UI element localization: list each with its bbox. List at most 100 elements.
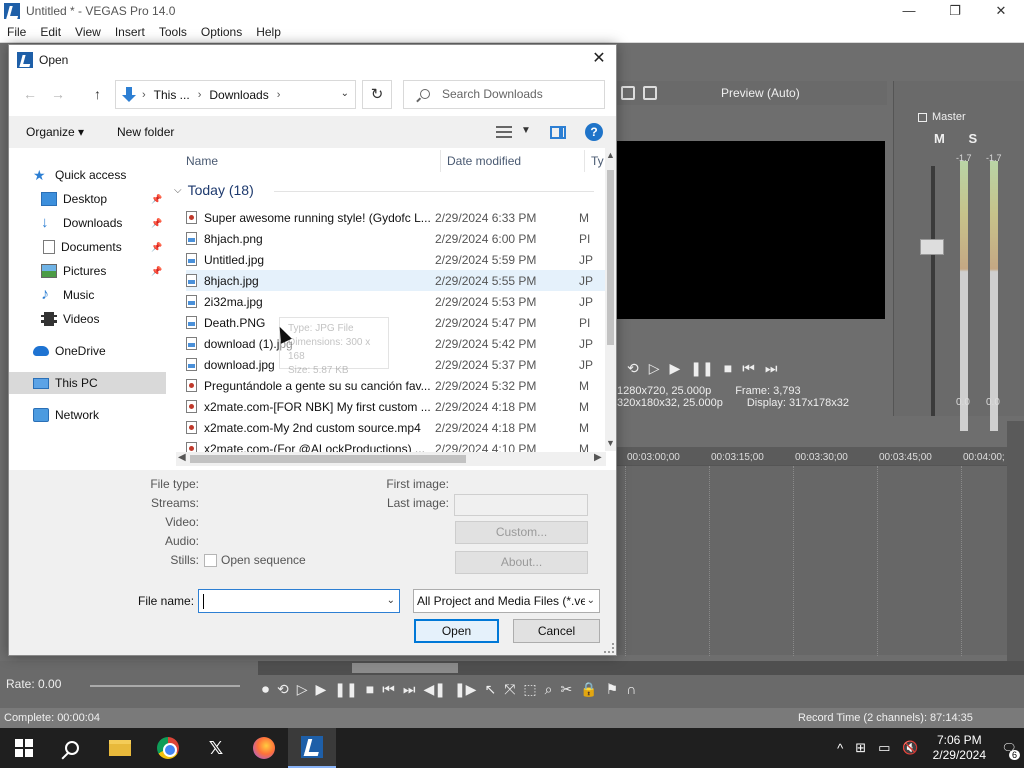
pin-icon[interactable]: 📌 — [151, 242, 162, 253]
rate-slider[interactable] — [90, 685, 240, 687]
nav-desktop[interactable]: Desktop 📌 — [9, 188, 166, 210]
next-frame-icon[interactable]: ❚▶ — [454, 681, 477, 698]
nav-network[interactable]: Network — [9, 404, 166, 426]
file-name-input[interactable]: ⌄ — [198, 589, 400, 613]
play-icon[interactable]: ▶ — [670, 360, 681, 377]
menu-help[interactable]: Help — [249, 25, 288, 39]
next-frame-icon[interactable]: ⏭ — [765, 360, 778, 377]
breadcrumb-this-pc[interactable]: This ... — [154, 88, 190, 102]
envelope-tool-icon[interactable]: ⤧ — [504, 681, 515, 698]
up-arrow-icon[interactable]: ↑ — [94, 86, 101, 102]
mute-solo-buttons[interactable]: M S — [934, 131, 987, 146]
new-folder-button[interactable]: New folder — [117, 125, 174, 139]
dialog-close-button[interactable]: ✕ — [588, 49, 610, 69]
resize-grip-icon[interactable] — [604, 643, 614, 653]
notification-center-button[interactable]: 🗨 6 — [994, 728, 1024, 768]
file-list-vertical-scrollbar[interactable]: ▲ ▼ — [605, 148, 616, 451]
menu-view[interactable]: View — [68, 25, 108, 39]
file-row[interactable]: download (1).jpg 2/29/2024 5:42 PM JP — [186, 333, 606, 354]
file-type-select[interactable]: All Project and Media Files (*.ve ⌄ — [413, 589, 600, 613]
tray-overflow-chevron[interactable]: ^ — [837, 741, 843, 756]
marker-icon[interactable]: ⚑ — [606, 681, 619, 698]
prev-frame-icon[interactable]: ◀❚ — [423, 681, 446, 698]
selection-tool-icon[interactable]: ⬚ — [523, 681, 536, 698]
timeline-horizontal-scrollbar[interactable] — [258, 661, 1024, 675]
master-checkbox[interactable] — [918, 113, 927, 122]
nav-this-pc[interactable]: This PC — [9, 372, 166, 394]
scroll-thumb[interactable] — [190, 455, 466, 463]
open-button[interactable]: Open — [414, 619, 499, 643]
menu-insert[interactable]: Insert — [108, 25, 152, 39]
close-button[interactable]: ✕ — [978, 0, 1024, 22]
file-row[interactable]: x2mate.com-My 2nd custom source.mp4 2/29… — [186, 417, 606, 438]
record-icon[interactable]: ⏺ — [262, 681, 269, 698]
menu-options[interactable]: Options — [194, 25, 249, 39]
help-icon[interactable]: ? — [585, 123, 603, 141]
file-row[interactable]: x2mate.com-[FOR NBK] My first custom ...… — [186, 396, 606, 417]
normal-edit-tool-icon[interactable]: ↖ — [484, 681, 496, 698]
back-arrow-icon[interactable]: ← — [23, 86, 37, 102]
pin-icon[interactable]: 📌 — [151, 218, 162, 229]
timeline-ruler[interactable]: 00:03:00;00 00:03:15;00 00:03:30;00 00:0… — [617, 447, 1024, 465]
nav-pictures[interactable]: Pictures 📌 — [9, 260, 166, 282]
column-type[interactable]: Ty — [591, 154, 604, 168]
taskbar-vegas[interactable] — [288, 728, 336, 768]
taskbar-firefox[interactable] — [240, 728, 288, 768]
snapping-icon[interactable]: ∩ — [626, 681, 636, 698]
chevron-down-icon[interactable]: ⌄ — [387, 595, 395, 606]
column-divider[interactable] — [584, 150, 585, 172]
nav-downloads[interactable]: Downloads 📌 — [9, 212, 166, 234]
menu-edit[interactable]: Edit — [33, 25, 68, 39]
column-divider[interactable] — [440, 150, 441, 172]
search-input[interactable]: Search Downloads — [403, 80, 605, 109]
maximize-button[interactable]: ❐ — [932, 0, 978, 22]
scroll-left-icon[interactable]: ◀ — [178, 452, 186, 463]
file-row[interactable]: download.jpg 2/29/2024 5:37 PM JP — [186, 354, 606, 375]
timeline-vertical-scrollbar[interactable] — [1007, 421, 1024, 661]
scroll-down-icon[interactable]: ▼ — [606, 438, 615, 448]
timeline-tracks[interactable] — [617, 465, 1007, 656]
file-row[interactable]: 8hjach.jpg 2/29/2024 5:55 PM JP — [186, 270, 606, 291]
nav-quick-access[interactable]: ★ Quick access — [9, 164, 166, 186]
organize-button[interactable]: Organize ▾ — [26, 125, 84, 139]
delete-icon[interactable]: ✂ — [560, 681, 572, 698]
preview-quality-dropdown[interactable]: Preview (Auto) — [721, 86, 800, 100]
taskbar-file-explorer[interactable] — [96, 728, 144, 768]
prev-frame-icon[interactable]: ⏮ — [742, 360, 755, 377]
minimize-button[interactable]: — — [886, 0, 932, 22]
pin-icon[interactable]: 📌 — [151, 194, 162, 205]
pause-icon[interactable]: ❚❚ — [334, 681, 357, 698]
file-row[interactable]: 8hjach.png 2/29/2024 6:00 PM PI — [186, 228, 606, 249]
go-to-start-icon[interactable]: ⏮ — [382, 681, 395, 698]
address-bar[interactable]: › This ... › Downloads › ⌄ — [115, 80, 356, 109]
file-row[interactable]: Preguntándole a gente su su canción fav.… — [186, 375, 606, 396]
forward-arrow-icon[interactable]: → — [51, 86, 65, 102]
nav-onedrive[interactable]: OneDrive — [9, 340, 166, 362]
chevron-down-icon[interactable]: ⌄ — [341, 88, 349, 99]
network-status-icon[interactable]: ⊞ — [855, 740, 866, 756]
clock[interactable]: 7:06 PM 2/29/2024 — [933, 733, 986, 763]
lock-icon[interactable]: 🔒 — [580, 681, 597, 698]
play-from-start-icon[interactable]: ▷ — [649, 360, 660, 377]
volume-muted-icon[interactable]: 🔇 — [902, 740, 918, 756]
loop-icon[interactable]: ⟲ — [627, 360, 639, 377]
zoom-tool-icon[interactable]: ⌕ — [545, 681, 553, 698]
device-icon[interactable]: ▭ — [878, 740, 890, 756]
breadcrumb-separator[interactable]: › — [198, 89, 202, 101]
file-list-horizontal-scrollbar[interactable]: ◀ ▶ — [176, 452, 606, 466]
preview-pane-icon[interactable] — [550, 126, 566, 139]
play-icon[interactable]: ▶ — [316, 681, 327, 698]
scroll-up-icon[interactable]: ▲ — [606, 150, 615, 160]
pause-icon[interactable]: ❚❚ — [690, 360, 713, 377]
overlay-icon[interactable] — [643, 86, 657, 100]
nav-documents[interactable]: Documents 📌 — [9, 236, 166, 258]
pin-icon[interactable]: 📌 — [151, 266, 162, 277]
taskbar-chrome[interactable] — [144, 728, 192, 768]
master-fader-handle[interactable] — [920, 239, 944, 255]
menu-file[interactable]: File — [0, 25, 33, 39]
taskbar-x[interactable]: 𝕏 — [192, 728, 240, 768]
file-row[interactable]: Death.PNG 2/29/2024 5:47 PM PI — [186, 312, 606, 333]
breadcrumb-separator[interactable]: › — [277, 89, 281, 101]
view-dropdown-icon[interactable]: ▼ — [521, 125, 531, 136]
stop-icon[interactable]: ■ — [724, 360, 732, 376]
